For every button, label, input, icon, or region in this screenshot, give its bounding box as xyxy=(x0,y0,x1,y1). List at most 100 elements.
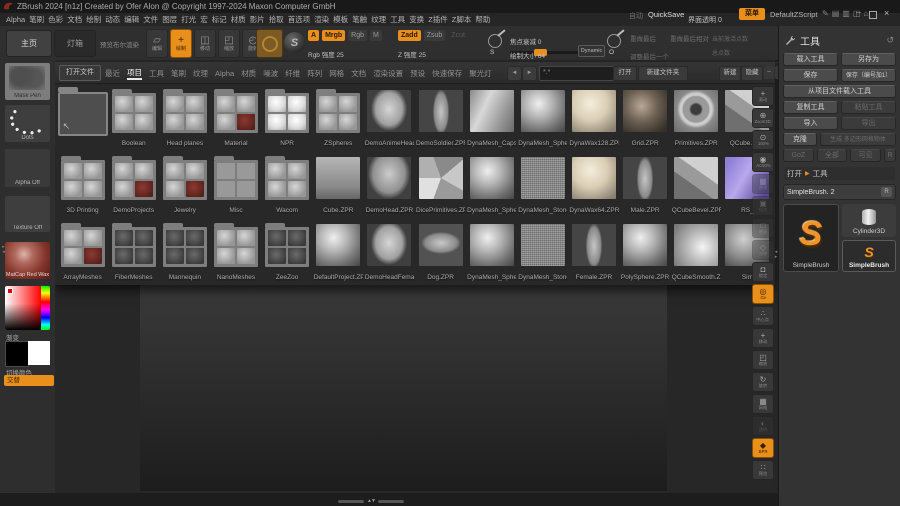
lightbox-item[interactable]: PolySphere.ZPR xyxy=(620,218,671,285)
mode-移动-button[interactable]: ◫ 移动 xyxy=(194,29,216,58)
make-polymesh-button[interactable]: 生成 多边形网格物体 xyxy=(820,133,896,146)
lightbox-item[interactable]: NPR xyxy=(262,84,313,151)
primary-color-swatch[interactable] xyxy=(5,341,29,367)
close-button[interactable]: × xyxy=(884,8,889,18)
menu-item-20[interactable]: 工具 xyxy=(390,14,405,25)
menu-item-3[interactable]: 文档 xyxy=(67,14,82,25)
lightbox-item[interactable]: 3D Printing xyxy=(57,151,108,218)
menu-item-1[interactable]: 笔刷 xyxy=(29,14,44,25)
lightbox-tab-Alpha[interactable]: Alpha xyxy=(215,67,234,78)
shelf-frame-button[interactable]: ▣ 帧合 xyxy=(752,196,774,216)
lightbox-tab-渲染设置[interactable]: 渲染设置 xyxy=(373,66,403,79)
clone-button[interactable]: 克隆 xyxy=(783,133,817,146)
new-button[interactable]: 新建 xyxy=(719,66,741,81)
menu-item-19[interactable]: 纹理 xyxy=(371,14,386,25)
current-alpha-thumbnail[interactable]: Alpha Off xyxy=(5,149,50,187)
lightbox-tab-材质[interactable]: 材质 xyxy=(241,66,256,79)
titlebar-tool-icon-2[interactable]: ▥ xyxy=(842,9,850,19)
color-picker[interactable] xyxy=(5,286,50,330)
replay-last-button[interactable]: 重做最后 xyxy=(630,33,656,43)
lightbox-tab-项目[interactable]: 项目 xyxy=(127,65,142,80)
import-button[interactable]: 导入 xyxy=(783,117,838,130)
lightbox-item[interactable]: Female.ZPR xyxy=(568,218,619,285)
lightbox-item[interactable]: Cube.ZPR xyxy=(313,151,364,218)
cylinder3d-thumbnail[interactable]: Cylinder3D xyxy=(842,204,896,237)
goz-all-button[interactable]: 全部 xyxy=(816,149,848,162)
menu-item-23[interactable]: Z脚本 xyxy=(452,14,472,25)
lightbox-tab-工具[interactable]: 工具 xyxy=(149,66,164,79)
lightbox-item[interactable]: Boolean xyxy=(108,84,159,151)
save-as-button[interactable]: 另存为 xyxy=(841,53,896,66)
current-stroke-thumbnail[interactable]: Dots xyxy=(5,105,50,142)
sculpt-Zadd-toggle[interactable]: Zadd xyxy=(398,30,421,41)
shelf-perspective-button[interactable]: ▦ 透视 xyxy=(752,174,774,194)
left-tray-handle[interactable]: ▸ ◂ xyxy=(0,245,7,255)
sculpt-Zsub-toggle[interactable]: Zsub xyxy=(423,30,446,41)
shelf-polyframe-button[interactable]: ▦ 网格 xyxy=(752,394,774,414)
current-tool-r-button[interactable]: R xyxy=(881,187,892,197)
alternate-button[interactable]: 交替 xyxy=(4,375,54,386)
lightbox-item[interactable]: DefaultProject.ZPR xyxy=(313,218,364,285)
paint-A-toggle[interactable]: A xyxy=(308,30,320,41)
paste-tool-button[interactable]: 粘贴工具 xyxy=(841,101,896,114)
current-texture-thumbnail[interactable]: Texture Off xyxy=(5,196,50,232)
export-button[interactable]: 导出 xyxy=(841,117,896,130)
lightbox-item[interactable]: QCubeSmooth.ZPR xyxy=(671,218,722,285)
lightbox-tab-快速保存[interactable]: 快速保存 xyxy=(432,66,462,79)
shelf-aa-half-button[interactable]: ◉ AC50% xyxy=(752,152,774,172)
lightbox-item[interactable]: ZSpheres xyxy=(313,84,364,151)
menu-item-0[interactable]: Alpha xyxy=(6,15,25,24)
sculptris-swirl-button[interactable]: S xyxy=(284,32,305,53)
dynamic-toggle[interactable]: Dynamic xyxy=(578,45,605,57)
lightbox-item[interactable]: DemoProjects xyxy=(108,151,159,218)
lightbox-item[interactable]: DicePrimitives.ZPR xyxy=(415,151,466,218)
menu-item-16[interactable]: 渲染 xyxy=(314,14,329,25)
menu-item-5[interactable]: 动态 xyxy=(105,14,120,25)
mode-编辑-button[interactable]: ▱ 编辑 xyxy=(146,29,168,58)
quicksave-button[interactable]: QuickSave xyxy=(648,10,684,19)
menu-button[interactable]: 菜单 xyxy=(739,8,765,20)
lightbox-item[interactable]: DemoAnimeHead xyxy=(364,84,415,151)
lightbox-item[interactable]: Mannequin xyxy=(159,218,210,285)
menu-item-13[interactable]: 影片 xyxy=(250,14,265,25)
lightbox-item[interactable]: ZeeZoo xyxy=(262,218,313,285)
shelf-pivot-button[interactable]: ∴ 中心点 xyxy=(752,306,774,326)
current-brush-thumbnail[interactable]: Mask Pen xyxy=(5,63,50,100)
titlebar-tool-icon-1[interactable]: ▤ xyxy=(832,9,840,19)
mode-缩放-button[interactable]: ◰ 缩放 xyxy=(218,29,240,58)
home-button[interactable]: 主页 xyxy=(6,30,52,57)
current-tool-thumbnail[interactable]: S SimpleBrush xyxy=(783,204,839,272)
paint-Rgb-toggle[interactable]: Rgb xyxy=(348,30,368,41)
goz-visible-button[interactable]: 可见 xyxy=(850,149,882,162)
menu-item-17[interactable]: 模板 xyxy=(333,14,348,25)
menu-item-21[interactable]: 变换 xyxy=(409,14,424,25)
open-button[interactable]: 打开 xyxy=(613,66,637,81)
lightbox-tab-笔刷[interactable]: 笔刷 xyxy=(171,66,186,79)
open-file-button[interactable]: 打开文件 xyxy=(59,65,101,81)
replay-last-relative-button[interactable]: 重做最后相对 xyxy=(670,33,709,43)
shelf-bpr-render-button[interactable]: ◆ BPR xyxy=(752,438,774,458)
lightbox-item[interactable]: DynaMesh_Capsule xyxy=(466,84,517,151)
menu-item-6[interactable]: 编辑 xyxy=(124,14,139,25)
goz-button[interactable]: GoZ xyxy=(783,149,814,162)
lightbox-tab-聚光灯[interactable]: 聚光灯 xyxy=(469,66,492,79)
goz-r-button[interactable]: R xyxy=(884,149,897,162)
shelf-lock-button[interactable]: ◘ 锁定 xyxy=(752,262,774,282)
paint-M-toggle[interactable]: M xyxy=(370,30,382,41)
stroke-brush-icon[interactable]: S xyxy=(487,29,507,57)
lightbox-tab-最近[interactable]: 最近 xyxy=(105,66,120,79)
lightbox-item[interactable]: Jewelry xyxy=(159,151,210,218)
open-tool-section[interactable]: 打开 ▶ 工具 xyxy=(784,167,895,180)
lightbox-tab-阵列[interactable]: 阵列 xyxy=(307,66,322,79)
prev-page-button[interactable]: ◄ xyxy=(507,66,522,81)
replay-brush-icon[interactable]: O xyxy=(606,29,626,57)
menu-item-7[interactable]: 文件 xyxy=(143,14,158,25)
lightbox-item[interactable]: DynaMesh_Stone xyxy=(517,218,568,285)
shelf-rotate-button[interactable]: ↻ 旋转 xyxy=(752,372,774,392)
right-tray-handle[interactable]: ◂ ▸ xyxy=(773,250,779,260)
shelf-scroll-button[interactable]: + 滚动 xyxy=(752,86,774,106)
load-from-project-button[interactable]: 从项目文件载入工具 xyxy=(783,85,896,98)
menu-item-2[interactable]: 色彩 xyxy=(48,14,63,25)
current-tool-row[interactable]: SimpleBrush. 2 R xyxy=(783,184,896,200)
lightbox-item[interactable]: DynaWax128.ZPR xyxy=(568,84,619,151)
